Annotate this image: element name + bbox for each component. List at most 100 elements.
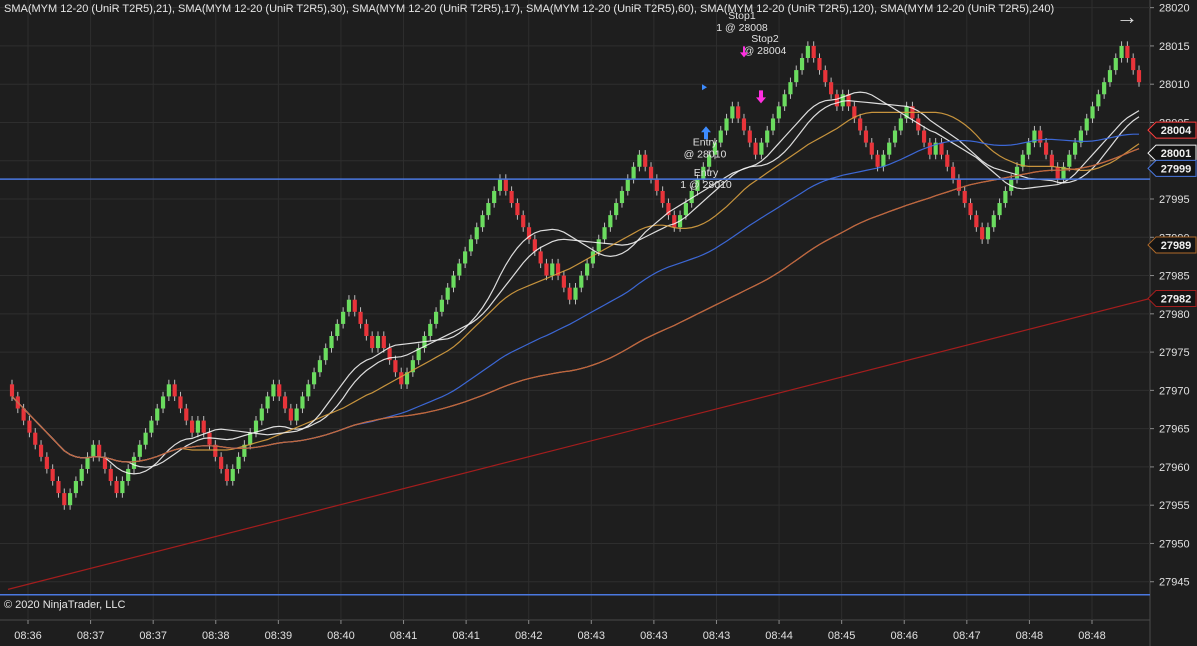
candle-body <box>997 203 1002 216</box>
candle-body <box>381 335 386 349</box>
price-marker-label: 27989 <box>1161 240 1192 252</box>
candle-body <box>788 82 793 95</box>
candle-body <box>544 263 549 276</box>
price-marker-label: 28004 <box>1161 125 1192 137</box>
candle-body <box>85 456 90 469</box>
candle-body <box>457 263 462 276</box>
candle-body <box>1026 142 1031 155</box>
candle-body <box>927 142 932 155</box>
candle-body <box>898 118 903 131</box>
candle-body <box>829 82 834 95</box>
copyright-notice: © 2020 NinjaTrader, LLC <box>4 599 126 611</box>
candle-body <box>451 275 456 288</box>
x-tick-label: 08:46 <box>890 630 918 642</box>
candle-body <box>120 481 125 494</box>
x-tick-label: 08:43 <box>578 630 606 642</box>
y-tick-label: 27975 <box>1159 347 1190 359</box>
candle-body <box>509 190 514 204</box>
scroll-right-arrow-icon[interactable]: → <box>1116 6 1138 28</box>
candle-body <box>590 251 596 264</box>
candle-body <box>114 481 119 494</box>
candle-body <box>834 94 840 107</box>
candle-body <box>346 299 352 312</box>
trade-annotation-label: Entry <box>694 167 719 179</box>
candle-body <box>207 432 212 445</box>
candle-body <box>585 263 590 276</box>
x-tick-label: 08:47 <box>953 630 981 642</box>
candle-body <box>439 299 444 312</box>
candle-body <box>776 106 781 119</box>
candle-body <box>480 215 485 228</box>
price-chart[interactable]: 27945 27950 27955 27960 27965 27970 27975 27980… <box>0 0 1197 646</box>
candle-body <box>131 456 137 469</box>
candle-body <box>265 396 270 409</box>
candle-body <box>79 468 84 482</box>
candle-body <box>811 45 816 59</box>
candle-body <box>1096 94 1101 107</box>
candle-body <box>799 58 805 71</box>
candle-body <box>1107 70 1113 83</box>
x-tick-label: 08:41 <box>452 630 480 642</box>
candle-body <box>44 456 49 469</box>
candle-body <box>73 481 78 494</box>
candle-body <box>573 287 578 300</box>
candle-body <box>602 227 607 240</box>
candle-body <box>1067 154 1072 167</box>
y-tick-label: 27960 <box>1159 462 1190 474</box>
candle-body <box>1014 166 1020 179</box>
chart-background <box>0 0 1197 646</box>
candle-body <box>33 432 38 445</box>
candle-body <box>672 215 677 228</box>
x-tick-label: 08:44 <box>765 630 793 642</box>
candle-body <box>550 263 555 276</box>
candle-body <box>1073 142 1078 155</box>
candle-body <box>736 106 741 119</box>
candle-body <box>608 215 613 228</box>
candle-body <box>1055 166 1060 179</box>
candle-body <box>393 360 398 373</box>
candle-body <box>782 94 787 107</box>
candle-body <box>1090 106 1095 119</box>
candle-body <box>765 130 770 143</box>
candle-body <box>108 468 113 482</box>
x-tick-label: 08:45 <box>828 630 856 642</box>
candle-body <box>497 178 503 191</box>
candle-body <box>521 215 526 228</box>
y-tick-label: 28015 <box>1159 41 1190 53</box>
candle-body <box>253 420 259 433</box>
candle-body <box>538 251 543 264</box>
y-tick-label: 27995 <box>1159 194 1190 206</box>
candle-body <box>805 45 810 59</box>
y-tick-label: 28010 <box>1159 79 1190 91</box>
y-tick-label: 27950 <box>1159 538 1190 550</box>
x-tick-label: 08:43 <box>703 630 731 642</box>
candle-body <box>149 420 154 433</box>
candle-body <box>370 335 375 349</box>
candle-body <box>172 384 177 397</box>
candle-body <box>137 444 142 457</box>
candle-body <box>614 203 619 216</box>
candle-body <box>1049 154 1054 167</box>
candle-body <box>875 154 880 167</box>
x-tick-label: 08:41 <box>390 630 418 642</box>
candle-body <box>1125 45 1130 59</box>
candle-body <box>271 384 276 397</box>
candle-body <box>143 432 148 445</box>
y-tick-label: 27945 <box>1159 577 1190 589</box>
candle-body <box>823 70 828 83</box>
candle-body <box>178 396 183 409</box>
candle-body <box>38 444 44 457</box>
candle-body <box>1043 142 1049 155</box>
candle-body <box>654 178 659 191</box>
candle-body <box>1131 58 1136 71</box>
candle-body <box>718 130 723 143</box>
candle-body <box>770 118 776 131</box>
candle-body <box>160 396 166 409</box>
candle-body <box>155 408 160 421</box>
x-tick-label: 08:48 <box>1016 630 1044 642</box>
candle-body <box>358 311 363 324</box>
candle-body <box>869 142 874 155</box>
candle-body <box>881 154 886 167</box>
x-tick-label: 08:38 <box>202 630 230 642</box>
x-tick-label: 08:43 <box>640 630 668 642</box>
